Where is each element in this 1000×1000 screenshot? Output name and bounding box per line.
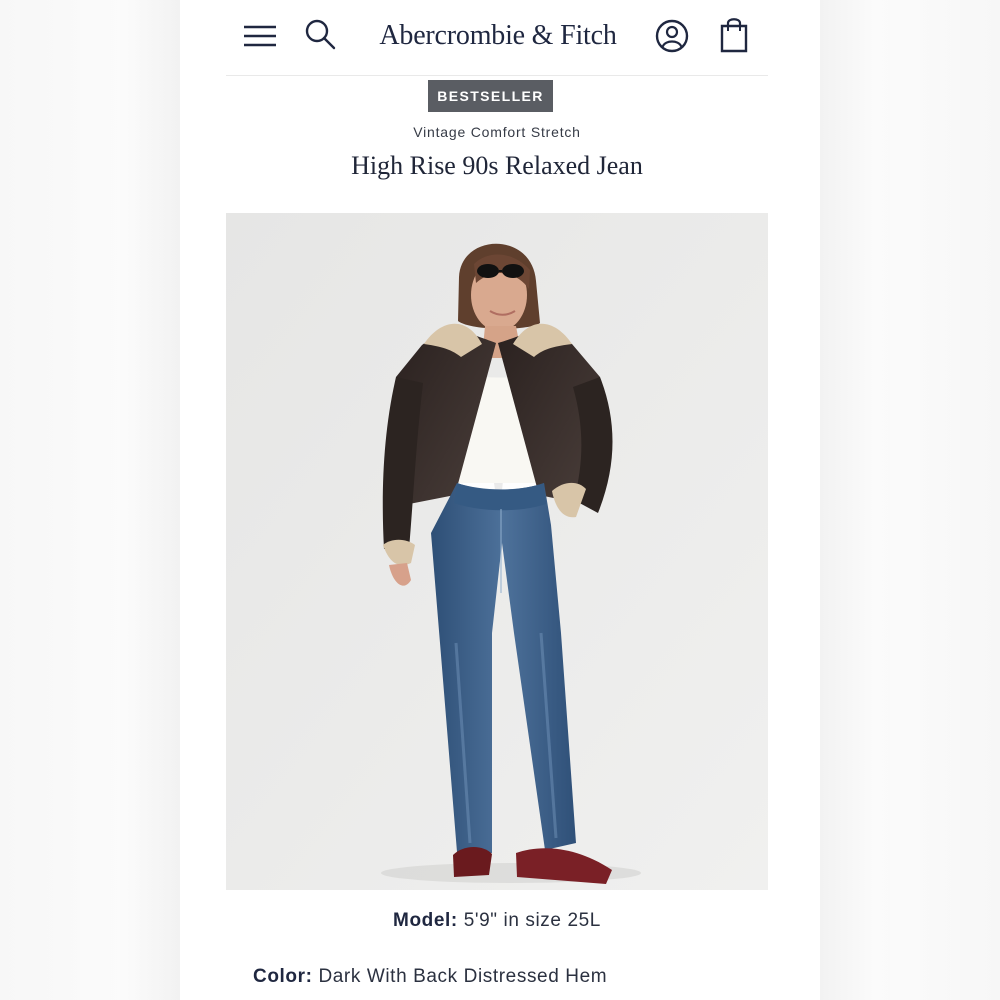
account-icon [654, 18, 690, 54]
product-title: High Rise 90s Relaxed Jean [351, 151, 643, 180]
product-image[interactable] [226, 213, 768, 890]
left-blurred-backdrop [0, 0, 180, 1000]
site-header: Abercrombie & Fitch [226, 0, 768, 76]
model-info: Model: 5'9" in size 25L [180, 910, 814, 932]
model-label: Model: [393, 910, 458, 931]
shopping-bag-icon [718, 16, 750, 54]
mobile-product-page: Abercrombie & Fitch BESTSELLER Vintage C… [180, 0, 820, 1000]
product-collection: Vintage Comfort Stretch [413, 124, 581, 140]
color-value: Dark With Back Distressed Hem [318, 966, 608, 987]
menu-button[interactable] [242, 18, 278, 54]
search-button[interactable] [302, 16, 338, 52]
brand-logo[interactable]: Abercrombie & Fitch [376, 18, 620, 54]
account-button[interactable] [654, 17, 690, 55]
menu-icon [243, 23, 277, 49]
color-info: Color: Dark With Back Distressed Hem [253, 966, 773, 988]
search-icon [304, 18, 336, 50]
bestseller-badge: BESTSELLER [428, 80, 553, 112]
right-blurred-backdrop [820, 0, 1000, 1000]
model-photo-illustration [226, 213, 768, 890]
shopping-bag-button[interactable] [716, 15, 752, 55]
model-value: 5'9" in size 25L [463, 910, 601, 931]
color-label: Color: [253, 966, 313, 987]
